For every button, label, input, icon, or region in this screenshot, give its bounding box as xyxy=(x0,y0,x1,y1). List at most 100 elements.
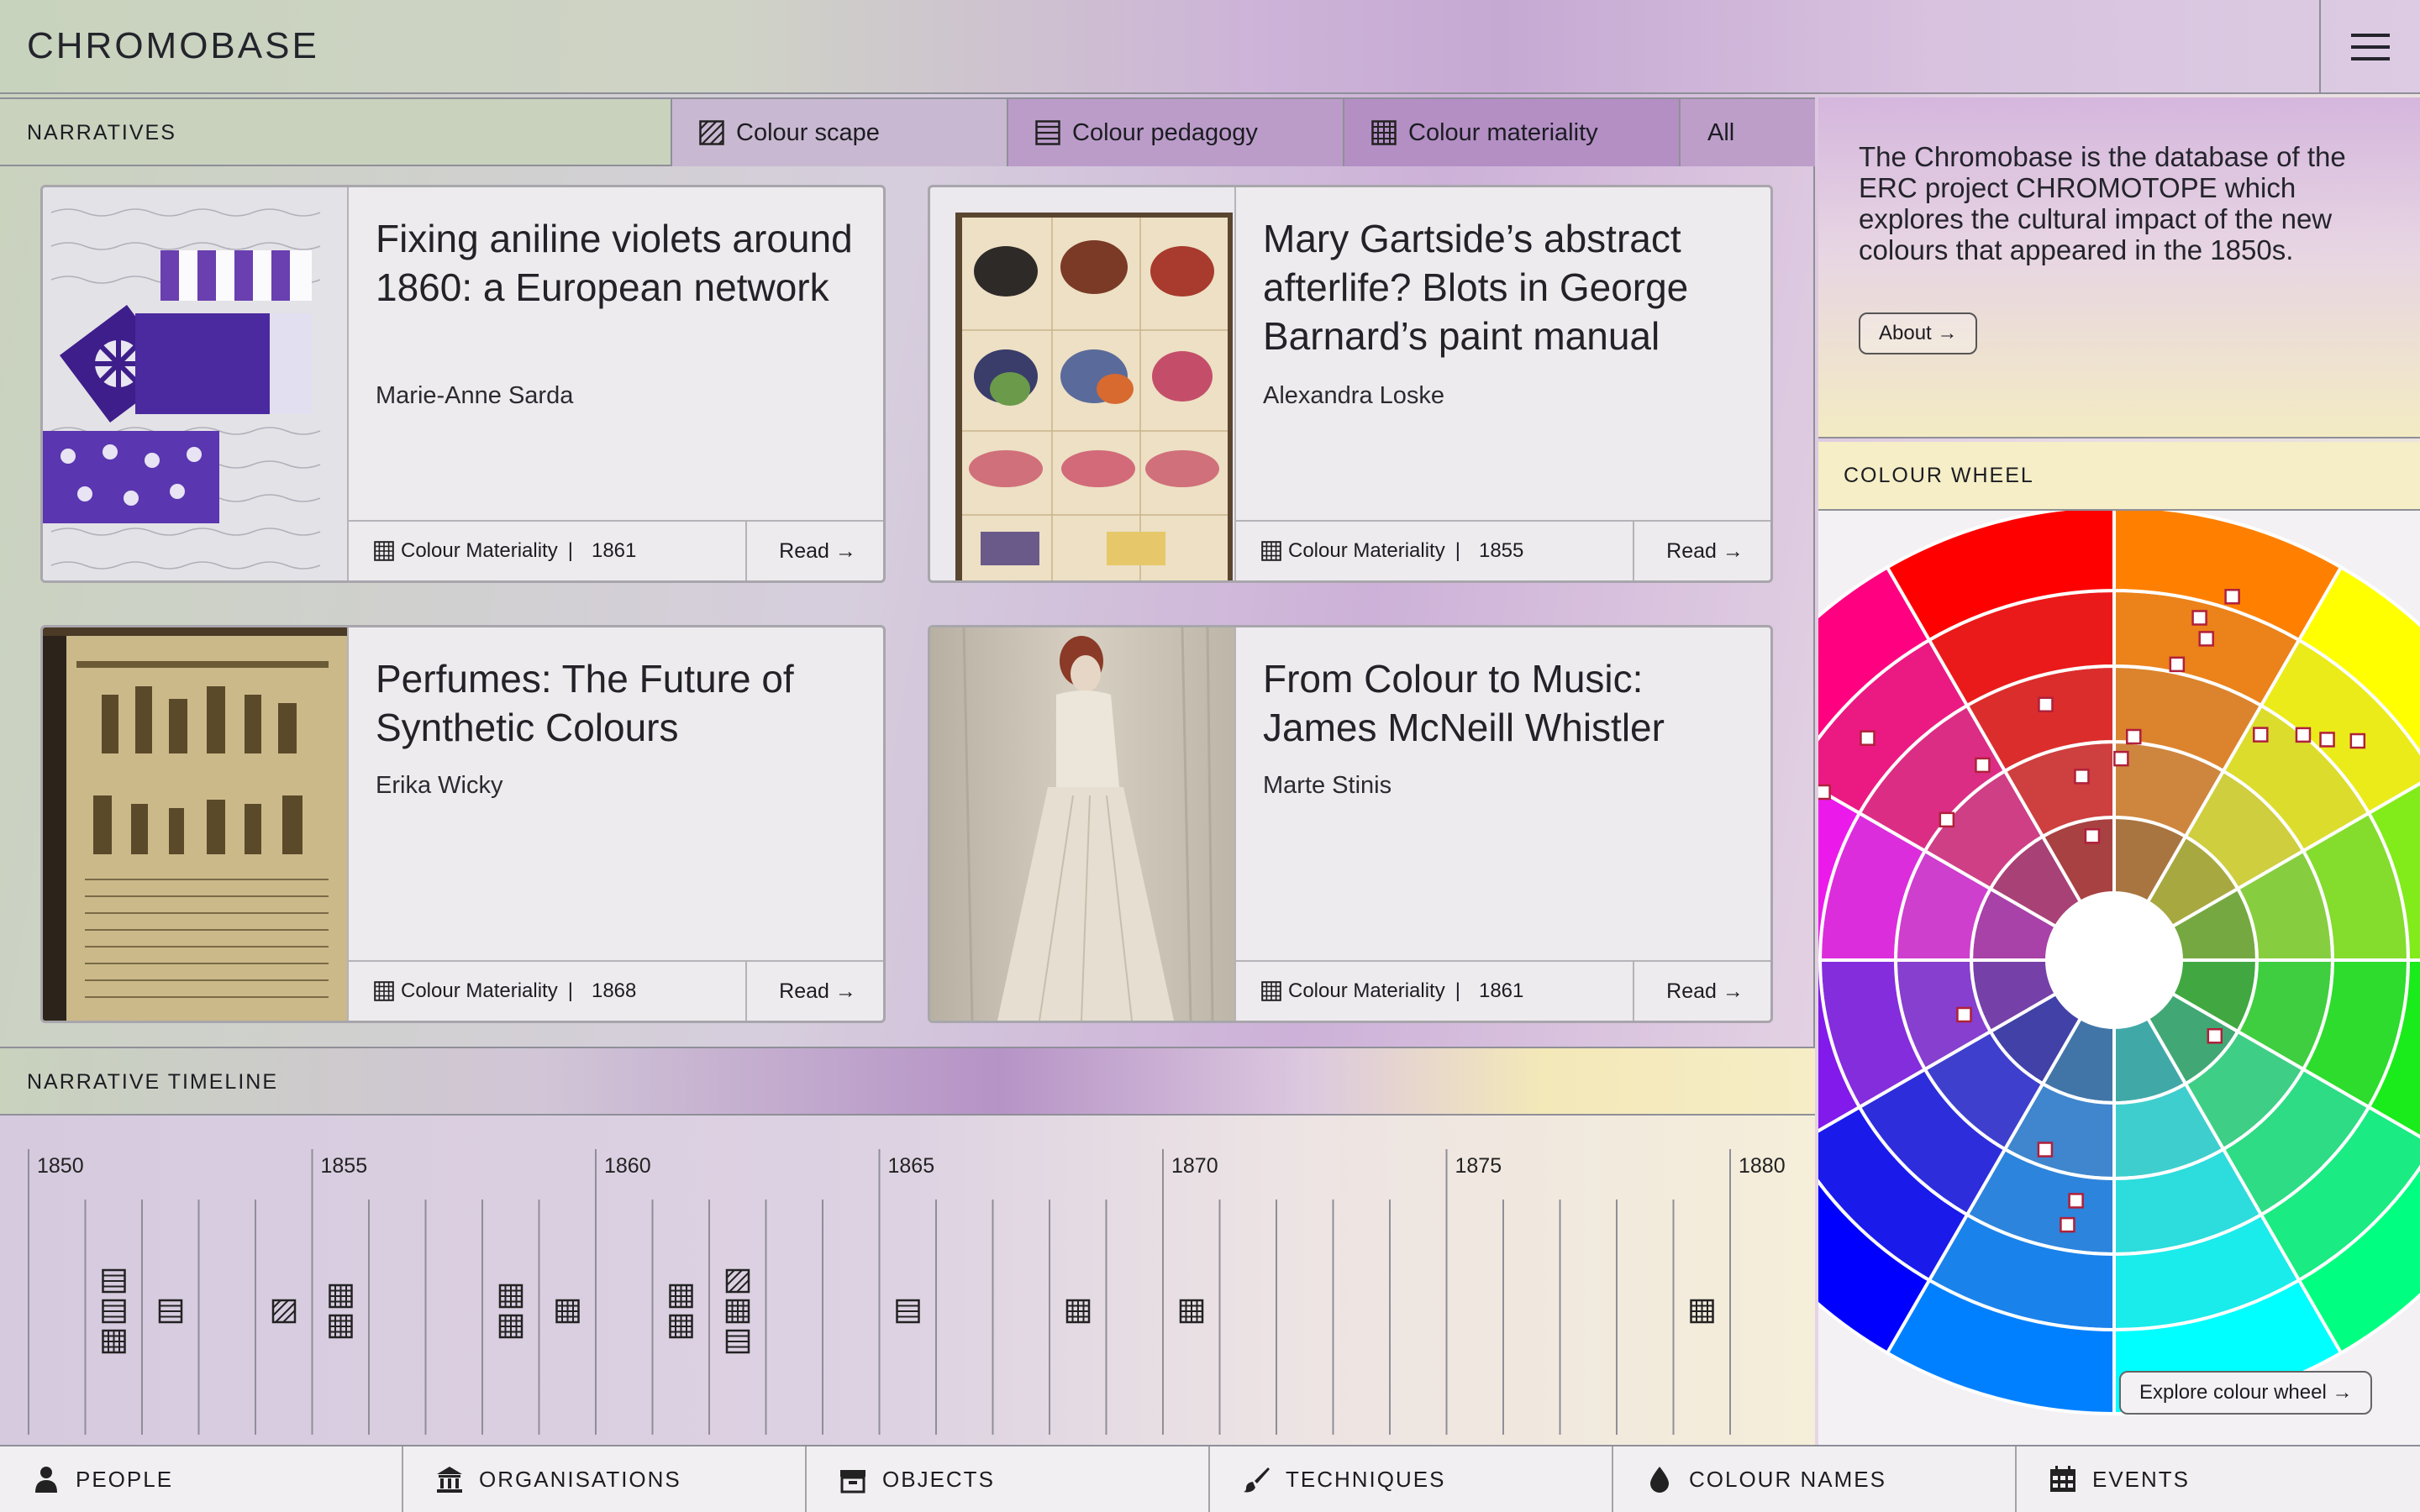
narrative-card[interactable]: Mary Gartside’s abstract afterlife? Blot… xyxy=(928,185,1773,583)
timeline-year-label: 1880 xyxy=(1739,1154,1786,1178)
about-panel: The Chromobase is the database of the ER… xyxy=(1818,97,2420,438)
nav-colour-names[interactable]: COLOUR NAMES xyxy=(1613,1446,2017,1512)
drop-icon xyxy=(1650,1467,1669,1493)
colour-marker[interactable] xyxy=(2295,727,2312,743)
colour-wheel[interactable] xyxy=(1818,511,2420,1445)
nav-label: EVENTS xyxy=(2092,1466,2191,1492)
timeline-entry[interactable] xyxy=(669,1284,693,1339)
nav-label: ORGANISATIONS xyxy=(479,1466,681,1492)
filter-tab-colour-scape[interactable]: Colour scape xyxy=(671,99,1007,166)
card-year: 1861 xyxy=(1478,979,1524,1002)
colour-marker[interactable] xyxy=(2037,1142,2054,1158)
card-author: Marie-Anne Sarda xyxy=(376,382,574,409)
filter-tab-colour-materiality[interactable]: Colour materiality xyxy=(1343,99,1679,166)
colour-marker[interactable] xyxy=(2169,656,2186,673)
timeline-entry[interactable] xyxy=(1179,1299,1204,1324)
colour-marker[interactable] xyxy=(2113,750,2129,767)
filter-label: All xyxy=(1707,118,1735,146)
colour-marker[interactable] xyxy=(1860,730,1876,746)
narrative-card[interactable]: Perfumes: The Future of Synthetic Colour… xyxy=(40,625,886,1023)
about-button[interactable]: About → xyxy=(1859,312,1978,354)
nav-events[interactable]: EVENTS xyxy=(2017,1446,2420,1512)
card-title[interactable]: From Colour to Music: James McNeill Whis… xyxy=(1263,654,1750,752)
site-logo[interactable]: CHROMOBASE xyxy=(27,25,319,67)
card-thumbnail xyxy=(43,187,349,580)
wheel-center xyxy=(2047,893,2181,1027)
main-content: NARRATIVES Colour scape Colour pedagogy … xyxy=(0,97,1815,1445)
narrative-card[interactable]: From Colour to Music: James McNeill Whis… xyxy=(928,625,1773,1023)
box-icon xyxy=(840,1470,865,1494)
card-author: Alexandra Loske xyxy=(1263,382,1445,409)
colour-marker[interactable] xyxy=(2060,1216,2075,1233)
narrative-timeline[interactable]: 1850 1855 1860 1865 1870 1875 1880 xyxy=(0,1116,1815,1445)
grid-icon xyxy=(374,981,394,1001)
colour-marker[interactable] xyxy=(1939,811,1955,828)
about-text: The Chromobase is the database of the ER… xyxy=(1859,141,2346,265)
card-title[interactable]: Fixing aniline violets around 1860: a Eu… xyxy=(376,214,863,312)
colour-marker[interactable] xyxy=(2191,610,2207,626)
read-button[interactable]: Read → xyxy=(1633,520,1770,580)
meta-separator: | xyxy=(567,539,573,562)
narratives-title: NARRATIVES xyxy=(27,121,176,144)
meta-separator: | xyxy=(567,979,573,1002)
filter-tab-all[interactable]: All xyxy=(1679,99,1815,166)
nav-people[interactable]: PEOPLE xyxy=(0,1446,403,1512)
nav-label: OBJECTS xyxy=(882,1466,995,1492)
meta-separator: | xyxy=(1455,979,1460,1002)
filter-label: Colour scape xyxy=(736,118,880,146)
colour-marker[interactable] xyxy=(2068,1193,2084,1209)
card-title[interactable]: Perfumes: The Future of Synthetic Colour… xyxy=(376,654,863,752)
timeline-chart[interactable]: 1850 1855 1860 1865 1870 1875 1880 xyxy=(0,1116,1815,1445)
filter-label: Colour pedagogy xyxy=(1072,118,1258,146)
card-meta: Colour Materiality | 1855 xyxy=(1236,520,1634,580)
colour-marker[interactable] xyxy=(2126,728,2142,745)
colour-marker[interactable] xyxy=(1956,1006,1972,1023)
timeline-entry[interactable] xyxy=(725,1268,750,1354)
read-button[interactable]: Read → xyxy=(1633,960,1770,1021)
colour-marker[interactable] xyxy=(2253,727,2269,743)
timeline-entry[interactable] xyxy=(498,1284,523,1339)
nav-organisations[interactable]: ORGANISATIONS xyxy=(403,1446,807,1512)
nav-label: COLOUR NAMES xyxy=(1689,1466,1886,1492)
menu-button[interactable] xyxy=(2319,0,2420,94)
colour-marker[interactable] xyxy=(2207,1028,2223,1044)
card-title[interactable]: Mary Gartside’s abstract afterlife? Blot… xyxy=(1263,214,1750,360)
timeline-entry[interactable] xyxy=(158,1299,183,1324)
narrative-card[interactable]: Fixing aniline violets around 1860: a Eu… xyxy=(40,185,886,583)
timeline-entry[interactable] xyxy=(896,1299,920,1324)
brush-icon xyxy=(1244,1467,1270,1493)
card-meta: Colour Materiality | 1868 xyxy=(349,960,747,1021)
card-category: Colour Materiality xyxy=(401,979,558,1002)
timeline-year-label: 1875 xyxy=(1455,1154,1502,1178)
grid-icon xyxy=(374,541,394,561)
colour-marker[interactable] xyxy=(2349,732,2366,749)
colour-wheel-title: COLOUR WHEEL xyxy=(1844,464,2034,487)
timeline-entry[interactable] xyxy=(555,1299,580,1324)
explore-colour-wheel-button[interactable]: Explore colour wheel → xyxy=(2119,1371,2373,1415)
timeline-entry[interactable] xyxy=(102,1268,126,1354)
colour-wheel-panel: Explore colour wheel → xyxy=(1818,511,2420,1445)
filter-tab-colour-pedagogy[interactable]: Colour pedagogy xyxy=(1007,99,1343,166)
nav-techniques[interactable]: TECHNIQUES xyxy=(1210,1446,1613,1512)
colour-marker[interactable] xyxy=(2319,732,2335,748)
lines-icon xyxy=(1035,120,1060,145)
colour-marker[interactable] xyxy=(2198,631,2214,647)
timeline-entry[interactable] xyxy=(1065,1299,1091,1324)
read-button[interactable]: Read → xyxy=(745,960,883,1021)
colour-marker[interactable] xyxy=(2084,828,2101,844)
colour-marker[interactable] xyxy=(1818,784,1831,801)
nav-objects[interactable]: OBJECTS xyxy=(807,1446,1210,1512)
colour-marker[interactable] xyxy=(2038,696,2054,712)
timeline-entry[interactable] xyxy=(1690,1299,1714,1324)
card-year: 1855 xyxy=(1478,539,1524,562)
institution-icon xyxy=(437,1467,462,1493)
card-author: Marte Stinis xyxy=(1263,772,1392,799)
timeline-entry[interactable] xyxy=(271,1299,297,1324)
colour-marker[interactable] xyxy=(2074,769,2090,785)
timeline-entry[interactable] xyxy=(329,1284,353,1339)
colour-marker[interactable] xyxy=(2224,589,2240,605)
grid-icon xyxy=(1261,981,1281,1001)
card-year: 1868 xyxy=(591,979,637,1002)
read-button[interactable]: Read → xyxy=(745,520,883,580)
colour-marker[interactable] xyxy=(1975,757,1991,774)
